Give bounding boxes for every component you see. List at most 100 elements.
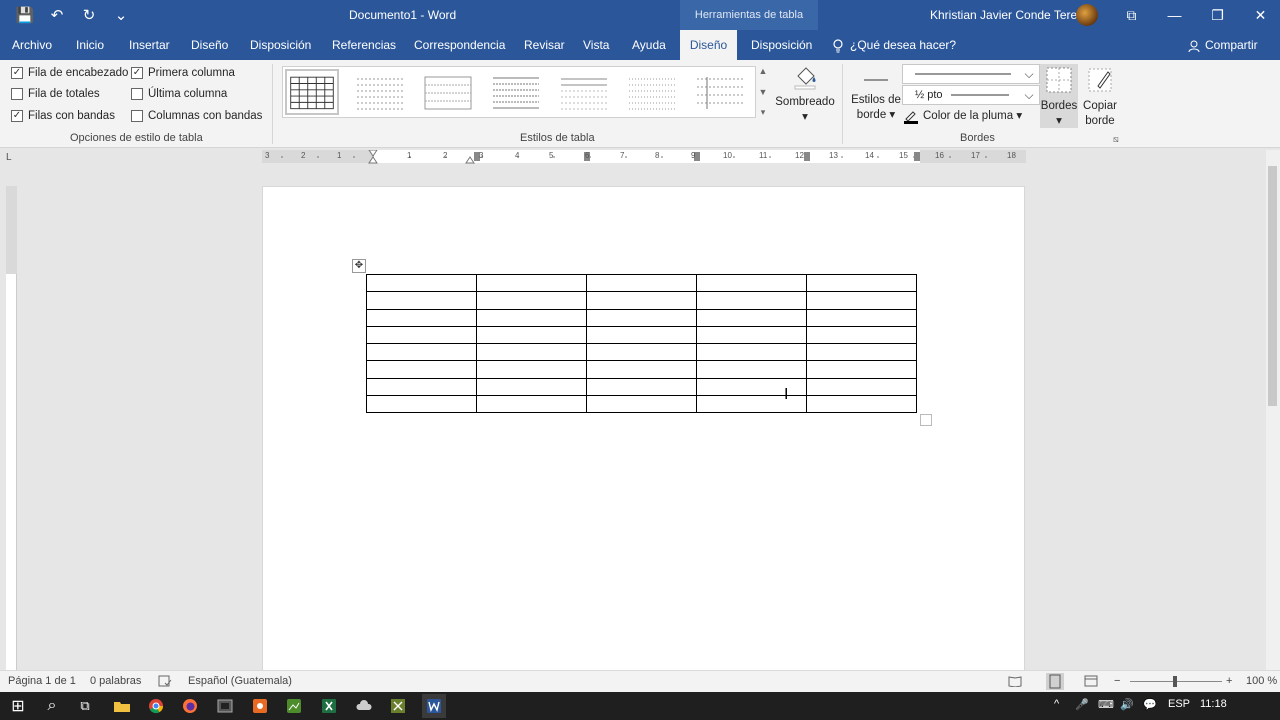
table-move-handle-icon[interactable]: ✥ [352,259,366,273]
notification-icon[interactable]: 💬 [1143,698,1157,711]
table-cell[interactable] [366,360,477,379]
tell-me-search[interactable]: ¿Qué desea hacer? [832,30,956,60]
project-app-icon[interactable] [388,696,408,716]
table-style-light-grid-thumbnail[interactable] [421,73,475,113]
banded-columns-checkbox[interactable]: Columnas con bandas [131,110,262,122]
chrome-icon[interactable] [146,696,166,716]
table-cell[interactable] [366,377,477,397]
table-cell[interactable] [586,343,697,362]
network-icon[interactable]: ⌨ [1098,698,1114,711]
tab-insertar[interactable]: Insertar [123,30,176,60]
tab-diseno[interactable]: Diseño [185,30,234,60]
table-cell[interactable] [586,377,697,397]
avatar[interactable] [1076,4,1098,26]
table-cell[interactable] [696,360,807,379]
tab-inicio[interactable]: Inicio [70,30,110,60]
save-icon[interactable]: 💾 [14,6,36,24]
excel-icon[interactable] [319,696,339,716]
tab-table-design[interactable]: Diseño [680,30,737,60]
tab-vista[interactable]: Vista [577,30,615,60]
language-indicator[interactable]: Español (Guatemala) [188,675,292,687]
cloud-app-icon[interactable] [354,696,374,716]
share-button[interactable]: Compartir [1188,30,1258,60]
tab-referencias[interactable]: Referencias [326,30,402,60]
borders-button[interactable]: Bordes ▾ [1040,66,1078,129]
gallery-scroll-up-icon[interactable]: ▲ [759,66,768,76]
table-cell[interactable] [696,308,807,327]
table-cell[interactable] [696,273,807,293]
clock[interactable]: 11:18 [1200,698,1227,710]
table-resize-handle[interactable] [920,414,932,426]
table-cell[interactable] [586,291,697,310]
table-cell[interactable] [696,291,807,310]
document-table[interactable] [366,273,917,414]
table-style-lines-thumbnail[interactable] [489,73,543,113]
table-cell[interactable] [476,360,587,379]
gallery-scroll-down-icon[interactable]: ▼ [759,87,768,97]
minimize-button[interactable]: — [1153,0,1196,30]
scrollbar-thumb[interactable] [1268,166,1277,406]
table-cell[interactable] [586,395,697,414]
tab-revisar[interactable]: Revisar [518,30,571,60]
start-button-icon[interactable]: ⊞ [8,696,28,716]
zoom-slider-thumb[interactable] [1173,676,1177,687]
table-cell[interactable] [366,343,477,362]
line-style-dropdown[interactable]: ⌵ [902,64,1040,84]
restore-button[interactable]: ❐ [1196,0,1239,30]
table-cell[interactable] [806,325,917,345]
table-cell[interactable] [366,291,477,310]
file-explorer-icon[interactable] [112,696,132,716]
border-styles-button[interactable]: Estilos de borde ▾ [850,68,902,123]
shading-button[interactable]: Sombreado ▾ [774,64,836,125]
border-painter-button[interactable]: Copiar borde [1080,66,1120,129]
table-style-column-lines-thumbnail[interactable] [693,73,747,113]
table-cell[interactable] [806,343,917,362]
table-cell[interactable] [696,325,807,345]
table-cell[interactable] [806,395,917,414]
user-name[interactable]: Khristian Javier Conde Teret [930,8,1081,22]
borders-dialog-launcher-icon[interactable]: ⧅ [1113,132,1119,147]
table-cell[interactable] [586,273,697,293]
table-style-plain-thumbnail[interactable] [353,73,407,113]
page-count[interactable]: Página 1 de 1 [8,675,76,687]
close-button[interactable]: ✕ [1239,0,1280,30]
zoom-in-button[interactable]: + [1226,675,1232,687]
table-style-header-lines-thumbnail[interactable] [557,73,611,113]
table-cell[interactable] [696,395,807,414]
tray-overflow-icon[interactable]: ^ [1054,698,1059,710]
banded-rows-checkbox[interactable]: ✓ Filas con bandas [11,110,115,122]
input-language[interactable]: ESP [1168,698,1190,710]
table-cell[interactable] [806,273,917,293]
tab-disposicion[interactable]: Disposición [244,30,317,60]
tab-table-layout[interactable]: Disposición [745,30,818,60]
table-cell[interactable] [476,291,587,310]
table-cell[interactable] [586,308,697,327]
table-cell[interactable] [476,308,587,327]
zoom-out-button[interactable]: − [1114,675,1120,687]
tab-archivo[interactable]: Archivo [6,30,58,60]
tab-correspondencia[interactable]: Correspondencia [408,30,511,60]
table-cell[interactable] [366,308,477,327]
last-column-checkbox[interactable]: Última columna [131,88,227,100]
table-cell[interactable] [366,325,477,345]
screen-recorder-icon[interactable] [250,696,270,716]
search-icon[interactable]: ⌕ [42,696,62,716]
table-cell[interactable] [476,325,587,345]
gallery-more-icon[interactable]: ▾ [761,107,766,118]
total-row-checkbox[interactable]: Fila de totales [11,88,100,100]
table-cell[interactable] [366,395,477,414]
volume-icon[interactable]: 🔊 [1120,698,1134,711]
customize-qat-icon[interactable]: ⌄ [110,6,132,24]
table-cell[interactable] [806,377,917,397]
table-cell[interactable] [476,377,587,397]
table-cell[interactable] [696,377,807,397]
document-page[interactable] [262,186,1025,672]
ribbon-display-options-icon[interactable]: ⧉ [1110,0,1153,30]
table-cell[interactable] [586,360,697,379]
proofing-icon[interactable] [158,675,172,690]
table-style-dotted-thumbnail[interactable] [625,73,679,113]
read-mode-icon[interactable] [1008,675,1022,690]
word-taskbar-icon[interactable] [422,694,446,718]
word-count[interactable]: 0 palabras [90,675,141,687]
table-cell[interactable] [586,325,697,345]
